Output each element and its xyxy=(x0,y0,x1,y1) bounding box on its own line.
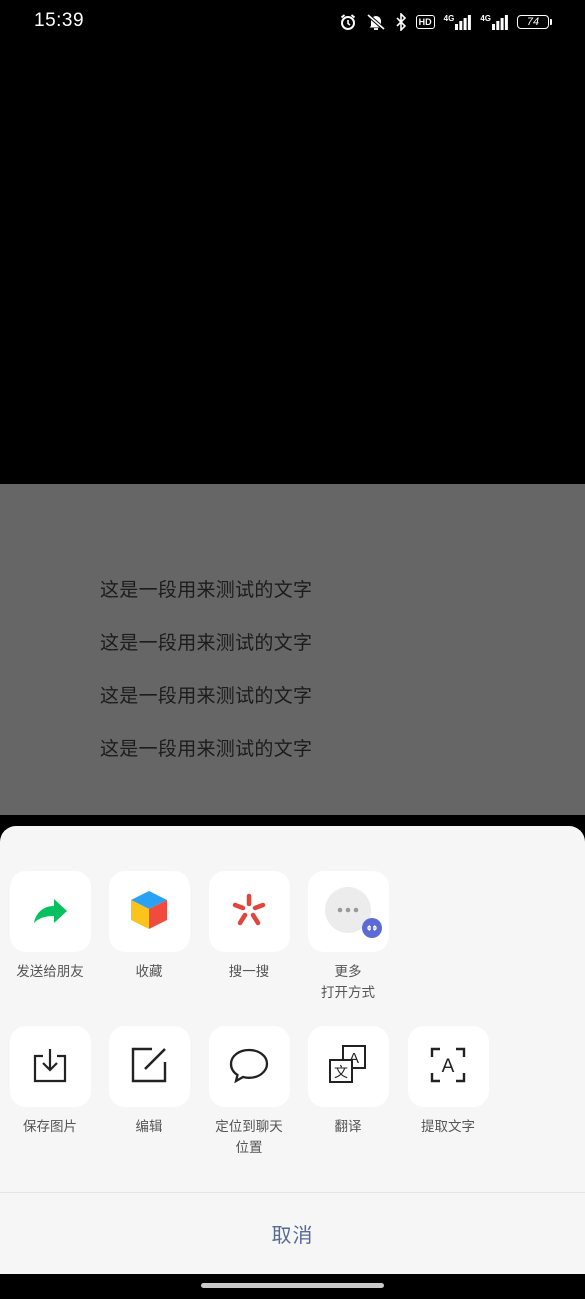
search-button[interactable]: 搜一搜 xyxy=(199,871,299,983)
locate-in-chat-tile[interactable] xyxy=(208,1026,290,1107)
extract-text-label: 提取文字 xyxy=(421,1119,475,1135)
status-time: 15:39 xyxy=(34,10,85,31)
extract-text-icon: A xyxy=(428,1045,468,1089)
extract-text-button[interactable]: A 提取文字 xyxy=(398,1026,498,1138)
favorite-cube-icon xyxy=(129,889,169,935)
locate-in-chat-label: 定位到聊天 位置 xyxy=(215,1119,283,1156)
cancel-button[interactable]: 取消 xyxy=(0,1193,585,1274)
save-image-button[interactable]: 保存图片 xyxy=(0,1026,100,1138)
image-preview[interactable]: 这是一段用来测试的文字 这是一段用来测试的文字 这是一段用来测试的文字 这是一段… xyxy=(0,484,585,815)
preview-text-line: 这是一段用来测试的文字 xyxy=(100,632,313,654)
favorite-label: 收藏 xyxy=(135,964,163,980)
mute-bell-icon xyxy=(366,13,386,31)
search-tile[interactable] xyxy=(208,871,290,952)
cancel-label: 取消 xyxy=(271,1223,314,1247)
download-icon xyxy=(32,1046,68,1088)
screen: 15:39 HD 4G 4G 74 这是一段用来测试的文字 这是一段用来测试的文… xyxy=(0,0,585,1299)
send-to-friend-tile[interactable] xyxy=(9,871,91,952)
translate-button[interactable]: A 文 翻译 xyxy=(298,1026,398,1138)
home-indicator[interactable] xyxy=(201,1283,384,1288)
edit-icon xyxy=(130,1046,168,1088)
action-sheet: 发送给朋友 收藏 搜一搜 更多 打开方式 保存图片 编辑 定位到聊天 位置 A … xyxy=(0,826,585,1274)
edit-label: 编辑 xyxy=(135,1119,163,1135)
hd-badge: HD xyxy=(415,15,435,29)
search-label: 搜一搜 xyxy=(228,964,270,980)
search-star-icon xyxy=(229,890,269,934)
alarm-icon xyxy=(339,13,357,31)
mini-program-icon xyxy=(361,918,382,938)
share-arrow-icon xyxy=(30,890,70,934)
preview-text-line: 这是一段用来测试的文字 xyxy=(100,579,313,601)
bluetooth-icon xyxy=(395,13,407,31)
translate-label: 翻译 xyxy=(334,1119,362,1135)
send-to-friend-button[interactable]: 发送给朋友 xyxy=(0,871,100,983)
extract-text-tile[interactable]: A xyxy=(407,1026,489,1107)
battery-indicator: 74 xyxy=(517,15,552,29)
more-open-methods-button[interactable]: 更多 打开方式 xyxy=(298,871,398,1004)
edit-button[interactable]: 编辑 xyxy=(99,1026,199,1138)
chat-bubble-icon xyxy=(228,1046,270,1088)
preview-text-line: 这是一段用来测试的文字 xyxy=(100,738,313,760)
signal-2-icon: 4G xyxy=(480,14,508,30)
svg-text:文: 文 xyxy=(334,1065,348,1081)
signal-1-icon: 4G xyxy=(444,14,472,30)
status-icons: HD 4G 4G 74 xyxy=(339,11,552,33)
save-image-tile[interactable] xyxy=(9,1026,91,1107)
status-bar: 15:39 HD 4G 4G 74 xyxy=(0,0,585,44)
more-open-methods-label: 更多 打开方式 xyxy=(321,964,375,1001)
translate-icon: A 文 xyxy=(327,1044,369,1090)
edit-tile[interactable] xyxy=(108,1026,190,1107)
favorite-button[interactable]: 收藏 xyxy=(99,871,199,983)
preview-text-line: 这是一段用来测试的文字 xyxy=(100,685,313,707)
svg-text:A: A xyxy=(442,1056,455,1077)
save-image-label: 保存图片 xyxy=(23,1119,77,1135)
more-open-methods-tile[interactable] xyxy=(307,871,389,952)
favorite-tile[interactable] xyxy=(108,871,190,952)
translate-tile[interactable]: A 文 xyxy=(307,1026,389,1107)
send-to-friend-label: 发送给朋友 xyxy=(16,964,84,980)
locate-in-chat-button[interactable]: 定位到聊天 位置 xyxy=(199,1026,299,1159)
